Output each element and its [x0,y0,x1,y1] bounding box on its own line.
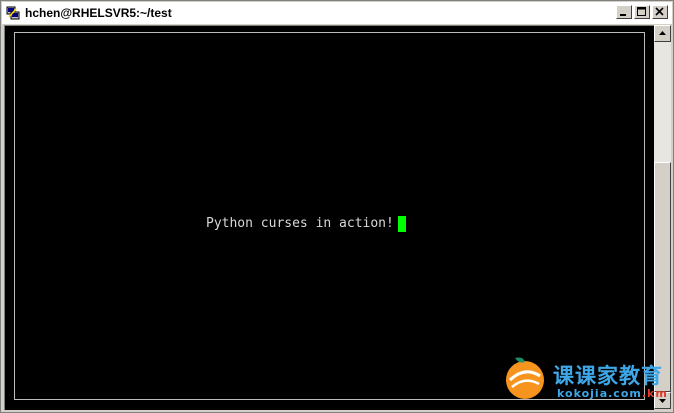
terminal-screen[interactable]: Python curses in action! [4,25,654,410]
minimize-button[interactable] [616,5,632,19]
maximize-button[interactable] [634,5,650,19]
arrow-up-icon [659,31,666,35]
terminal-window: hchen@RHELSVR5:~/test Python curses in a… [0,0,674,413]
minimize-icon [620,14,626,16]
window-controls [616,5,668,21]
kokojia-logo-icon [506,357,544,399]
text-cursor [398,216,406,232]
title-bar[interactable]: hchen@RHELSVR5:~/test [2,2,672,25]
vertical-scrollbar[interactable] [654,25,671,409]
close-button[interactable] [652,5,668,19]
scroll-up-button[interactable] [654,25,671,42]
watermark: 课课家教育 kokojia.com.km [501,354,673,406]
watermark-chinese-text: 课课家教育 [553,364,663,388]
watermark-url-main: kokojia.com [557,387,642,400]
putty-terminal-icon [6,6,20,20]
window-title: hchen@RHELSVR5:~/test [25,6,172,20]
watermark-url-tld: .km [641,387,668,400]
maximize-icon [637,7,646,16]
close-icon [655,7,664,16]
terminal-output-line: Python curses in action! [206,216,394,231]
watermark-url: kokojia.com.km [557,387,668,400]
